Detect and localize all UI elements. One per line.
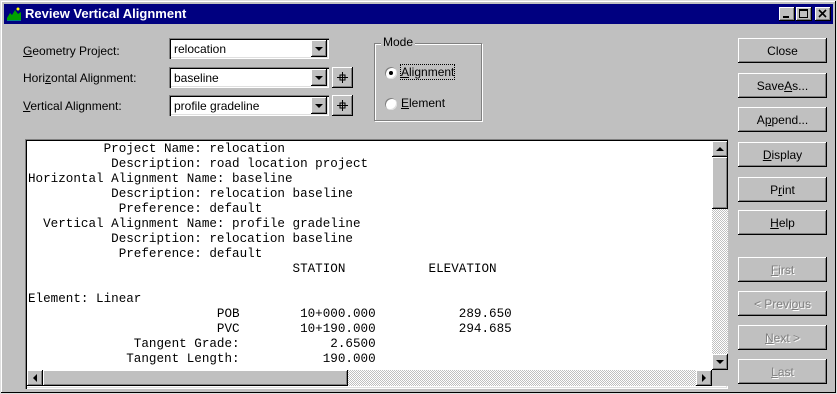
scroll-left-button[interactable]	[27, 370, 43, 386]
scroll-up-button[interactable]	[712, 141, 728, 157]
geometry-project-label: Geometry Project:	[23, 44, 120, 58]
report-line: Project Name: relocation	[28, 142, 285, 156]
help-button[interactable]: Help	[738, 210, 827, 235]
append-button[interactable]: Ap pend...	[738, 107, 827, 132]
horizontal-alignment-combo[interactable]: baseline	[169, 67, 329, 88]
close-button[interactable]: Close	[738, 38, 827, 63]
maximize-icon[interactable]	[796, 7, 812, 21]
arrow-up-icon	[716, 147, 724, 151]
vertical-scrollbar[interactable]	[712, 141, 728, 370]
pick-horizontal-alignment-button[interactable]	[332, 67, 353, 88]
vertical-alignment-value: profile gradeline	[174, 99, 260, 113]
report-line	[28, 277, 709, 292]
chevron-down-icon[interactable]	[311, 97, 327, 114]
element-radio-label[interactable]: Element	[401, 96, 445, 110]
report-text-area[interactable]: Project Name: relocation Description: ro…	[25, 139, 728, 389]
alignment-radio[interactable]	[385, 67, 397, 79]
window-title: Review Vertical Alignment	[25, 6, 187, 21]
pick-vertical-alignment-button[interactable]	[332, 95, 353, 116]
minimize-icon[interactable]	[779, 7, 795, 21]
geometry-project-value: relocation	[174, 42, 227, 56]
print-button[interactable]: Pr int	[738, 177, 827, 202]
close-icon[interactable]	[815, 7, 831, 21]
horizontal-scrollbar[interactable]	[27, 370, 712, 386]
report-text: Project Name: relocation Description: ro…	[28, 142, 709, 370]
element-radio[interactable]	[385, 98, 397, 110]
report-line: Description: relocation baseline	[28, 232, 353, 246]
crosshair-icon	[337, 72, 348, 83]
report-line: Description: road location project	[28, 157, 369, 171]
horizontal-alignment-label: Horizontal Alignment:	[23, 71, 137, 85]
crosshair-icon	[337, 100, 348, 111]
scroll-down-button[interactable]	[712, 354, 728, 370]
scrollbar-corner	[712, 370, 728, 386]
report-line: PVC 10+190.000 294.685	[28, 322, 512, 336]
review-vertical-alignment-dialog: Review Vertical Alignment Geometry Proje…	[0, 0, 837, 394]
vertical-alignment-label: Vertical Alignment:	[23, 99, 122, 113]
app-icon	[6, 6, 22, 22]
report-line: Preference: default	[28, 202, 263, 216]
next-button[interactable]: Next >	[738, 325, 827, 350]
arrow-left-icon	[33, 374, 37, 382]
scroll-right-button[interactable]	[696, 370, 712, 386]
horizontal-scroll-thumb[interactable]	[43, 370, 348, 386]
report-line: Horizontal Alignment Name: baseline	[28, 172, 293, 186]
report-line: STATION ELEVATION	[28, 262, 497, 276]
report-line: Tangent Length: 190.000	[28, 352, 376, 366]
display-button[interactable]: Display	[738, 142, 827, 167]
first-button[interactable]: First	[738, 257, 827, 282]
report-line: Vertical Alignment Name: profile gradeli…	[28, 217, 361, 231]
last-button[interactable]: Last	[738, 359, 827, 384]
report-line: Element: Linear	[28, 292, 142, 306]
arrow-down-icon	[716, 360, 724, 364]
vertical-alignment-combo[interactable]: profile gradeline	[169, 95, 329, 116]
chevron-down-icon[interactable]	[311, 40, 327, 57]
arrow-right-icon	[702, 374, 706, 382]
save-as-button[interactable]: Save As...	[738, 73, 827, 98]
geometry-project-combo[interactable]: relocation	[169, 38, 329, 59]
horizontal-alignment-value: baseline	[174, 71, 219, 85]
previous-button[interactable]: < Previ o us	[738, 291, 827, 316]
chevron-down-icon[interactable]	[311, 69, 327, 86]
report-line: Preference: default	[28, 247, 263, 261]
report-line: Description: relocation baseline	[28, 187, 353, 201]
mode-group-title: Mode	[381, 35, 416, 49]
report-line: Tangent Grade: 2.6500	[28, 337, 376, 351]
vertical-scroll-thumb[interactable]	[712, 157, 728, 209]
alignment-radio-label[interactable]: Alignment	[399, 64, 456, 80]
report-line: POB 10+000.000 289.650	[28, 307, 512, 321]
title-bar[interactable]: Review Vertical Alignment	[4, 4, 833, 24]
